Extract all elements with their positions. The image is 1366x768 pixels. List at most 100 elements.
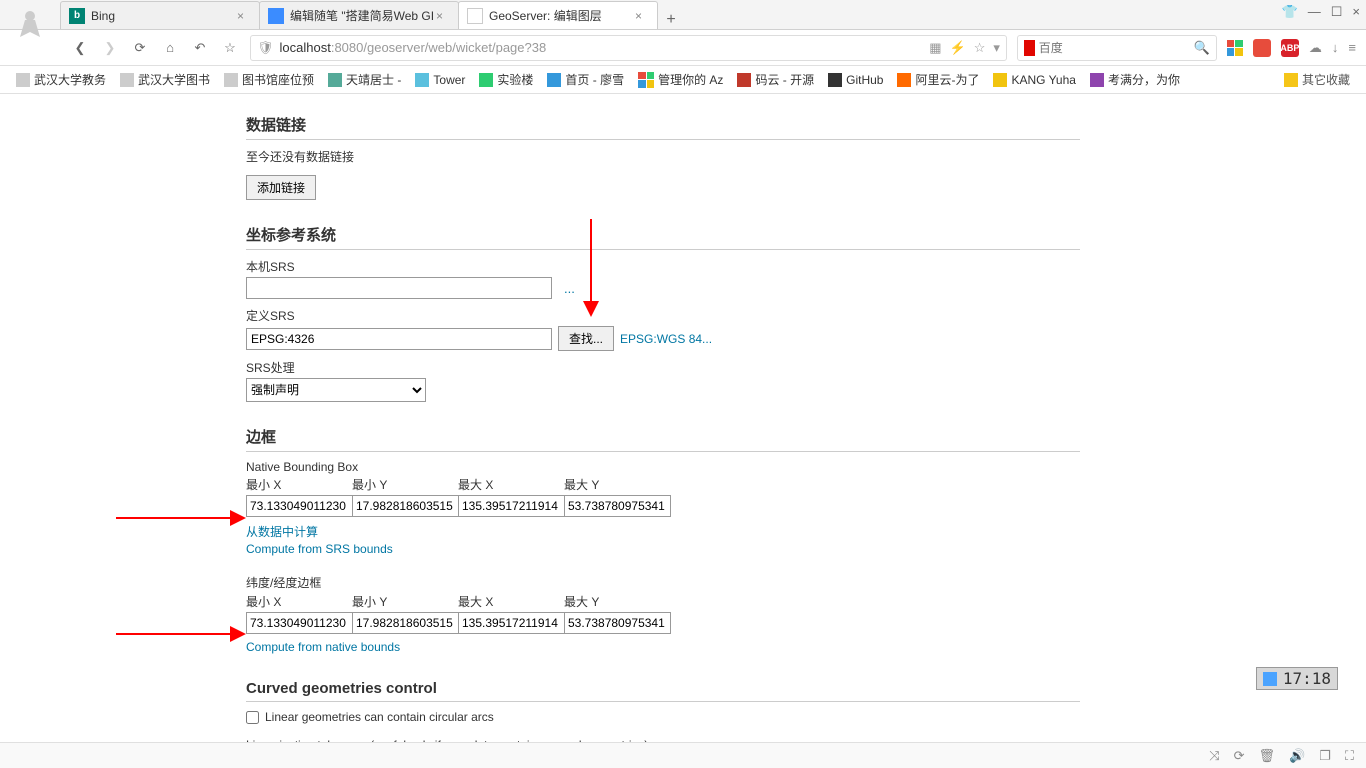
url-path: /geoserver/web/wicket/page?38 [363, 40, 546, 55]
bookmark-item[interactable]: Tower [409, 70, 471, 90]
page-icon [467, 8, 483, 24]
forward-button[interactable]: ❯ [100, 38, 120, 58]
search-box[interactable]: 🔍 [1017, 35, 1217, 61]
native-maxy-input[interactable] [564, 495, 671, 517]
flash-icon[interactable]: ⚡ [950, 40, 966, 56]
maximize-icon[interactable]: ☐ [1331, 4, 1343, 20]
undo-button[interactable]: ↶ [190, 38, 210, 58]
tab-bar: b Bing × 编辑随笔 "搭建简易Web GI × GeoServer: 编… [0, 0, 1366, 30]
qr-icon[interactable]: ▦ [929, 40, 941, 56]
section-heading: Curved geometries control [246, 680, 1080, 702]
fullscreen-icon[interactable]: ⛶ [1345, 748, 1354, 764]
linear-arcs-checkbox[interactable] [246, 711, 259, 724]
srs-handling-select[interactable]: 强制声明 [246, 378, 426, 402]
star-button[interactable]: ☆ [220, 38, 240, 58]
compute-from-srs-link[interactable]: Compute from SRS bounds [246, 542, 1080, 556]
bookmark-item[interactable]: 天靖居士 - [322, 68, 407, 91]
latlon-maxx-input[interactable] [458, 612, 565, 634]
native-bbox-table: 最小 X 最小 Y 最大 X 最大 Y [246, 476, 1080, 517]
bookmark-item[interactable]: 管理你的 Az [632, 68, 729, 91]
search-input[interactable] [1039, 41, 1194, 55]
pin-icon[interactable] [1263, 672, 1277, 686]
native-miny-input[interactable] [352, 495, 459, 517]
close-icon[interactable]: × [635, 9, 649, 23]
translate-icon[interactable]: ▾ [993, 40, 1000, 56]
compute-from-native-link[interactable]: Compute from native bounds [246, 640, 1080, 654]
bookmark-bar: 武汉大学教务 武汉大学图书 图书馆座位预 天靖居士 - Tower 实验楼 首页… [0, 66, 1366, 94]
tab-cnblogs[interactable]: 编辑随笔 "搭建简易Web GI × [259, 1, 459, 29]
bookmark-item[interactable]: 阿里云-为了 [891, 68, 985, 91]
declared-srs-input[interactable] [246, 328, 552, 350]
native-srs-input[interactable] [246, 277, 552, 299]
ext-icon[interactable] [1253, 39, 1271, 57]
download-icon[interactable]: ↓ [1332, 40, 1339, 55]
native-srs-label: 本机SRS [246, 258, 1080, 275]
clock-widget[interactable]: 17:18 [1256, 667, 1338, 690]
url-host: localhost [280, 40, 331, 55]
latlon-minx-input[interactable] [246, 612, 353, 634]
url-port: :8080 [331, 40, 364, 55]
shuffle-icon[interactable]: ⤨ [1209, 748, 1219, 764]
close-icon[interactable]: × [436, 9, 450, 23]
search-icon[interactable]: 🔍 [1194, 40, 1210, 56]
close-window-icon[interactable]: × [1352, 4, 1360, 20]
trash-icon[interactable]: 🗑 [1259, 748, 1276, 764]
back-button[interactable]: ❮ [70, 38, 90, 58]
bookmark-item[interactable]: 考满分，为你 [1084, 68, 1186, 91]
tab-title: GeoServer: 编辑图层 [489, 7, 635, 24]
shield-icon: 🛡 [257, 40, 274, 56]
bing-icon: b [69, 8, 85, 24]
wardrobe-icon[interactable]: 👕 [1282, 4, 1298, 20]
bookmark-item[interactable]: KANG Yuha [987, 70, 1082, 90]
address-bar: ❮ ❯ ⟳ ⌂ ↶ ☆ 🛡 localhost:8080/geoserver/w… [0, 30, 1366, 66]
cnblogs-icon [268, 8, 284, 24]
restore-icon[interactable]: ❐ [1319, 748, 1331, 764]
add-link-button[interactable]: 添加链接 [246, 175, 316, 200]
refresh-icon[interactable]: ⟳ [1234, 748, 1245, 764]
url-input[interactable]: 🛡 localhost:8080/geoserver/web/wicket/pa… [250, 35, 1007, 61]
window-controls: 👕 — ☐ × [1282, 4, 1360, 20]
clock-time: 17:18 [1283, 669, 1331, 688]
bookmark-item[interactable]: 实验楼 [473, 68, 539, 91]
menu-icon[interactable]: ≡ [1348, 40, 1356, 55]
bookmark-item[interactable]: 武汉大学图书 [114, 68, 216, 91]
tab-title: 编辑随笔 "搭建简易Web GI [290, 7, 436, 24]
srs-handling-label: SRS处理 [246, 359, 1080, 376]
cloud-icon[interactable]: ☁ [1309, 40, 1322, 56]
crs-section: 坐标参考系统 本机SRS ... 定义SRS 查找... EPSG:WGS 84… [246, 224, 1080, 402]
find-srs-button[interactable]: 查找... [558, 326, 614, 351]
data-links-section: 数据链接 至今还没有数据链接 添加链接 [246, 114, 1080, 200]
status-bar: ⤨ ⟳ 🗑 🔊 ❐ ⛶ [0, 742, 1366, 768]
latlon-miny-input[interactable] [352, 612, 459, 634]
apps-icon[interactable] [1227, 40, 1243, 56]
native-bbox-label: Native Bounding Box [246, 460, 1080, 474]
srs-info-link[interactable]: EPSG:WGS 84... [620, 332, 712, 346]
compute-from-data-link[interactable]: 从数据中计算 [246, 523, 1080, 540]
content-area: 数据链接 至今还没有数据链接 添加链接 坐标参考系统 本机SRS ... 定义S… [0, 94, 1366, 742]
srs-lookup-link[interactable]: ... [564, 281, 575, 296]
annotation-arrow [116, 624, 246, 647]
home-button[interactable]: ⌂ [160, 38, 180, 58]
bookmark-item[interactable]: 武汉大学教务 [10, 68, 112, 91]
tab-bing[interactable]: b Bing × [60, 1, 260, 29]
native-minx-input[interactable] [246, 495, 353, 517]
bookmark-item[interactable]: 图书馆座位预 [218, 68, 320, 91]
tab-title: Bing [91, 9, 237, 23]
minimize-icon[interactable]: — [1308, 4, 1321, 20]
new-tab-button[interactable]: + [657, 11, 685, 29]
star-icon[interactable]: ☆ [974, 40, 986, 56]
bookmark-item[interactable]: 首页 - 廖雪 [541, 68, 630, 91]
reload-button[interactable]: ⟳ [130, 38, 150, 58]
tab-geoserver[interactable]: GeoServer: 编辑图层 × [458, 1, 658, 29]
bookmark-item[interactable]: GitHub [822, 70, 889, 90]
native-maxx-input[interactable] [458, 495, 565, 517]
checkbox-label: Linear geometries can contain circular a… [265, 710, 494, 724]
close-icon[interactable]: × [237, 9, 251, 23]
bookmark-other[interactable]: 其它收藏 [1278, 68, 1356, 91]
abp-icon[interactable]: ABP [1281, 39, 1299, 57]
bookmark-item[interactable]: 码云 - 开源 [731, 68, 820, 91]
latlon-maxy-input[interactable] [564, 612, 671, 634]
section-heading: 边框 [246, 426, 1080, 452]
volume-icon[interactable]: 🔊 [1289, 748, 1305, 764]
annotation-arrow [116, 508, 246, 531]
